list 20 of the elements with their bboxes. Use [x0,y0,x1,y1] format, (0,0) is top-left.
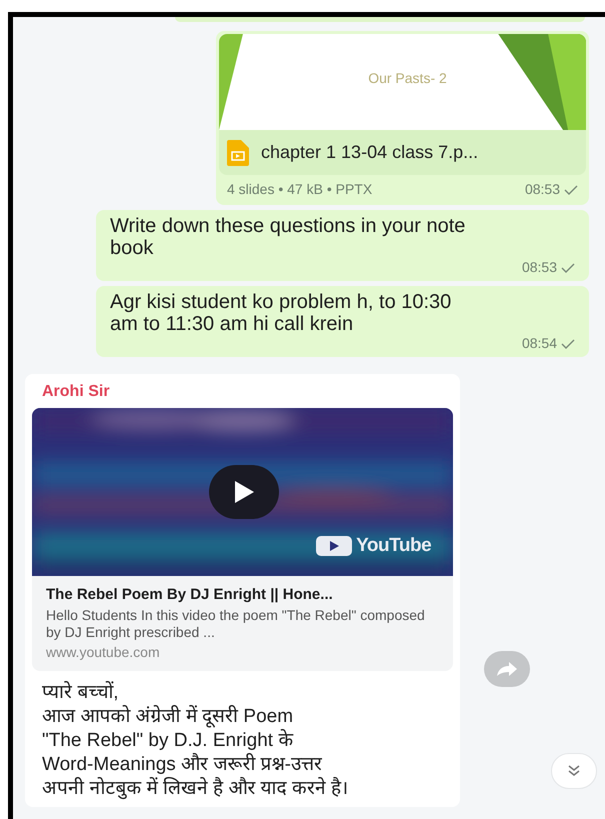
link-url: www.youtube.com [46,642,161,662]
link-description: Hello Students In this video the poem "The Rebel" composed by DJ Enright prescribed ... [46,606,426,640]
sender-name: Arohi Sir [42,382,111,402]
slide-title: Our Pasts- 2 [368,69,447,88]
message-time: 08:54 [522,334,557,353]
message-text: Agr kisi student ko problem h, to 10:30 am to 11:30 am hi call krein [110,291,452,335]
message-text: आज आपको अंग्रेजी में दूसरी Poem [42,704,294,728]
video-source-label: YouTube [356,534,432,558]
link-title: The Rebel Poem By DJ Enright || Hone... [46,585,334,605]
file-meta: 4 slides • 47 kB • PPTX [227,180,372,199]
link-preview[interactable]: The Rebel Poem By DJ Enright || Hone... Hello Students In this video the poem "The Rebel" composed by DJ Enright prescribed ... www.youtube.com [32,576,454,670]
message-time: 08:53 [522,258,557,277]
file-row[interactable]: chapter 1 13-04 class 7.p... [219,130,586,175]
message-text: Word-Meanings और जरूरी प्रश्न-उत्तर [42,752,323,776]
message-text: Write down these questions in your note book [110,215,466,259]
file-name: chapter 1 13-04 class 7.p... [261,141,478,164]
message-text: "The Rebel" by D.J. Enright के [42,728,294,752]
message-text: प्यारे बच्चों, [42,680,120,704]
message-time: 08:53 [524,180,560,199]
message-text: अपनी नोटबुक में लिखने है और याद करने है। [42,776,350,800]
